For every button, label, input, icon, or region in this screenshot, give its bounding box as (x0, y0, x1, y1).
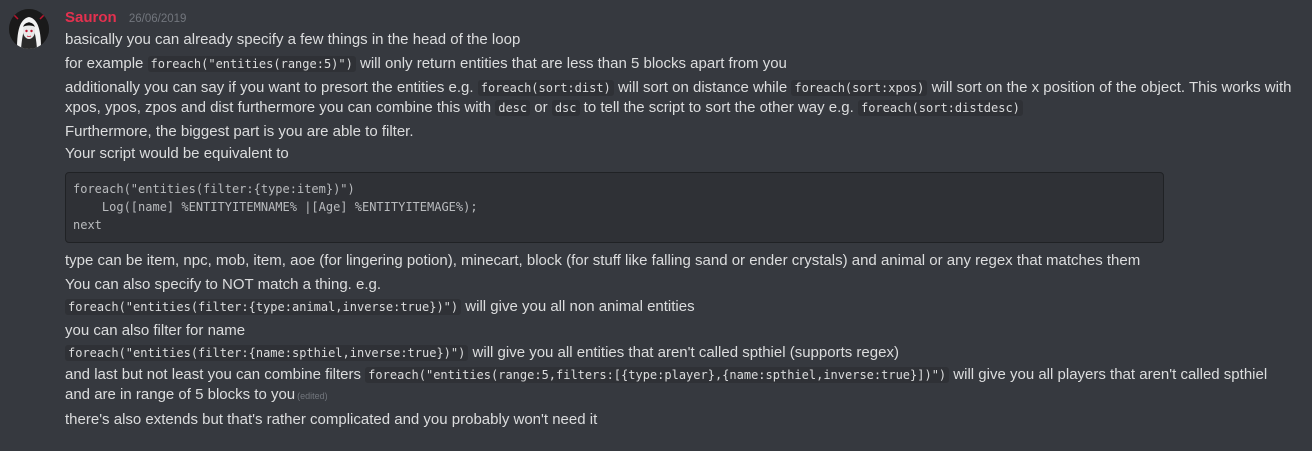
inline-code: desc (495, 100, 531, 116)
text: You can also specify to NOT match a thin… (65, 276, 382, 293)
message-header: Sauron 26/06/2019 (65, 8, 1296, 28)
author-name[interactable]: Sauron (65, 9, 117, 26)
inline-code: foreach("entities(filter:{name:spthiel,i… (65, 345, 469, 361)
inline-code: foreach(sort:dist) (477, 80, 614, 96)
chat-message: Sauron 26/06/2019 basically you can alre… (0, 0, 1312, 430)
text: to tell the script to sort the other way… (579, 99, 858, 116)
text: will only return entities that are less … (355, 55, 787, 72)
message-line: you can also filter for name (65, 321, 1296, 341)
text: Furthermore, the biggest part is you are… (65, 123, 414, 140)
edited-label: (edited) (297, 391, 328, 401)
text: will sort on distance while (613, 79, 792, 96)
message-line: basically you can already specify a few … (65, 30, 1296, 50)
message-line: You can also specify to NOT match a thin… (65, 275, 1296, 295)
message-line: type can be item, npc, mob, item, aoe (f… (65, 251, 1296, 271)
text: will give you all non animal entities (461, 298, 695, 315)
text: basically you can already specify a few … (65, 31, 521, 48)
text: or (530, 99, 552, 116)
message-line: there's also extends but that's rather c… (65, 410, 1296, 430)
code-block: foreach("entities(filter:{type:item})") … (65, 172, 1164, 243)
inline-code: foreach("entities(filter:{type:animal,in… (65, 299, 462, 315)
text: will give you all entities that aren't c… (468, 344, 899, 361)
anime-girl-avatar-icon (9, 9, 49, 49)
text: and last but not least you can combine f… (65, 366, 366, 383)
inline-code: foreach(sort:xpos) (791, 80, 928, 96)
text: additionally you can say if you want to … (65, 79, 478, 96)
message-line: for example foreach("entities(range:5)")… (65, 54, 1296, 74)
text: for example (65, 55, 148, 72)
text: Your script would be equivalent to (65, 145, 289, 162)
user-avatar[interactable] (9, 9, 49, 49)
inline-code: foreach("entities(range:5)") (147, 56, 356, 72)
inline-code: dsc (551, 100, 580, 116)
inline-code: foreach(sort:distdesc) (857, 100, 1023, 116)
message-line: Your script would be equivalent to (65, 144, 1296, 164)
text: you can also filter for name (65, 322, 246, 339)
message-line: and last but not least you can combine f… (65, 365, 1295, 406)
message-timestamp: 26/06/2019 (128, 13, 187, 25)
message-line: additionally you can say if you want to … (65, 78, 1295, 118)
inline-code: foreach("entities(range:5,filters:[{type… (365, 367, 950, 383)
message-line: foreach("entities(filter:{type:animal,in… (65, 297, 1296, 317)
message-line: Furthermore, the biggest part is you are… (65, 122, 1296, 142)
message-line: foreach("entities(filter:{name:spthiel,i… (65, 343, 1296, 363)
text: there's also extends but that's rather c… (65, 411, 598, 428)
text: type can be item, npc, mob, item, aoe (f… (65, 252, 1141, 269)
